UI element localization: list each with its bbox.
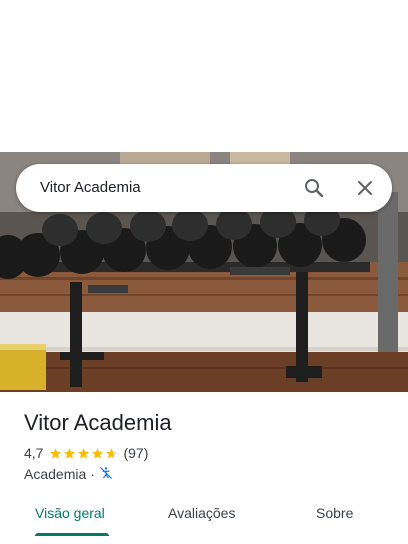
star-rating <box>49 447 118 460</box>
tab-about[interactable]: Sobre <box>316 505 353 521</box>
tab-bar: Visão geral Avaliações Sobre <box>0 496 408 536</box>
tab-reviews[interactable]: Avaliações <box>168 505 235 521</box>
star-icon <box>92 447 104 459</box>
blank-area <box>0 0 408 152</box>
tab-overview[interactable]: Visão geral <box>35 505 105 521</box>
place-title: Vitor Academia <box>24 410 172 435</box>
review-count[interactable]: (97) <box>123 445 148 461</box>
category-label: Academia <box>24 466 87 482</box>
accessibility-icon <box>99 466 113 483</box>
close-icon[interactable] <box>353 176 377 200</box>
rating-row[interactable]: 4,7 (97) <box>24 445 148 461</box>
search-input[interactable]: Vitor Academia <box>40 179 141 196</box>
search-icon[interactable] <box>302 176 326 200</box>
star-icon <box>50 447 62 459</box>
star-half-icon <box>106 447 118 459</box>
meta-row: Academia · <box>24 466 113 482</box>
rating-value: 4,7 <box>24 445 44 461</box>
search-bar[interactable]: Vitor Academia <box>16 164 392 212</box>
star-icon <box>64 447 76 459</box>
active-tab-indicator <box>35 533 109 536</box>
separator-dot: · <box>90 466 95 482</box>
star-icon <box>78 447 90 459</box>
